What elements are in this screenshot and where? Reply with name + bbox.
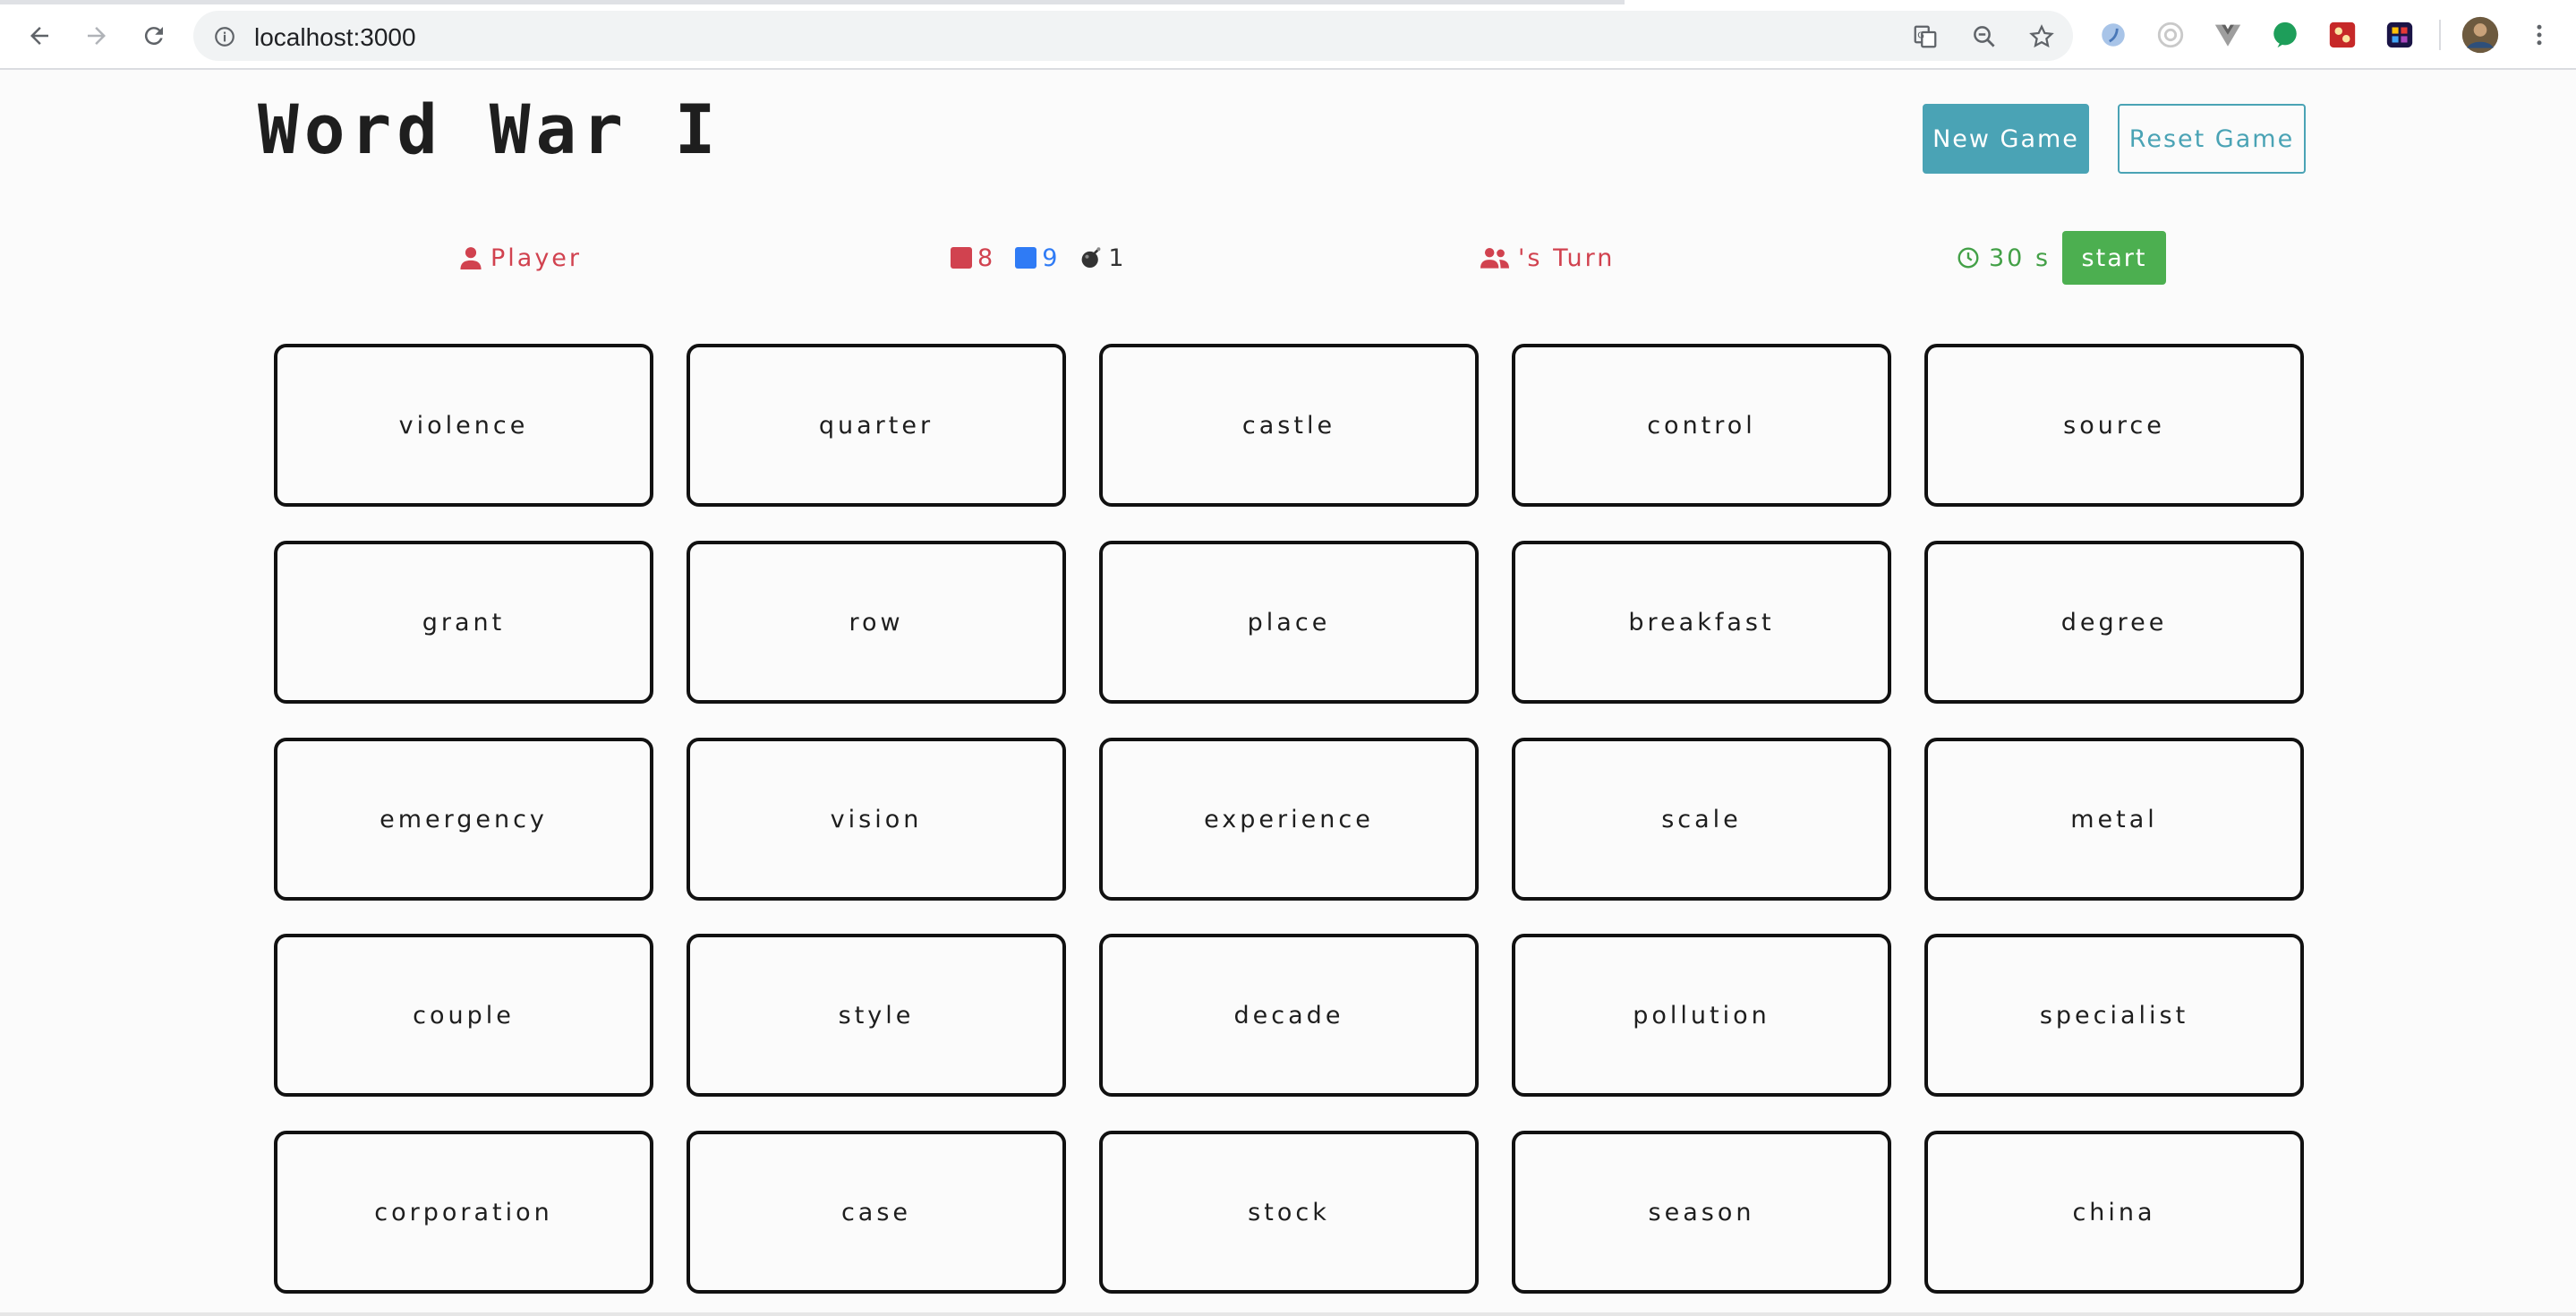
bomb-count: 1 (1079, 244, 1126, 272)
game-title: Word War I (258, 90, 721, 169)
browser-menu-icon[interactable] (2522, 18, 2556, 52)
word-card[interactable]: corporation (274, 1131, 653, 1294)
turn-indicator: 's Turn (1480, 240, 1615, 276)
red-count-value: 8 (977, 244, 996, 272)
browser-toolbar: localhost:3000 G (0, 0, 2576, 70)
word-card[interactable]: style (687, 934, 1066, 1097)
word-card[interactable]: violence (274, 344, 653, 507)
word-card[interactable]: experience (1099, 738, 1479, 901)
word-card[interactable]: grant (274, 541, 653, 704)
extension-red-icon[interactable] (2325, 18, 2359, 52)
extension-target-icon[interactable] (2154, 18, 2188, 52)
back-arrow-icon (30, 27, 48, 45)
forward-arrow-icon (88, 27, 106, 45)
extension-blue-icon[interactable] (2096, 18, 2130, 52)
reset-game-button[interactable]: Reset Game (2118, 104, 2306, 174)
word-card[interactable]: stock (1099, 1131, 1479, 1294)
word-card[interactable]: metal (1924, 738, 2304, 901)
extension-grid-icon[interactable] (2383, 18, 2417, 52)
back-button[interactable] (20, 16, 59, 56)
blue-square-icon (1015, 247, 1037, 269)
word-card[interactable]: place (1099, 541, 1479, 704)
url-text[interactable]: localhost:3000 (254, 23, 416, 52)
score-counts: 8 9 1 (951, 240, 1127, 276)
zoom-out-icon[interactable] (1971, 23, 1998, 50)
blue-count-value: 9 (1042, 244, 1061, 272)
word-card[interactable]: row (687, 541, 1066, 704)
word-card[interactable]: case (687, 1131, 1066, 1294)
word-card[interactable]: season (1512, 1131, 1891, 1294)
bomb-count-value: 1 (1108, 244, 1127, 272)
timer-label: 30 s (1989, 244, 2051, 272)
red-count: 8 (951, 244, 995, 272)
window-bottom-edge (0, 1312, 2576, 1316)
profile-avatar-icon[interactable] (2460, 14, 2501, 56)
extension-vue-icon[interactable] (2211, 18, 2245, 52)
tab-strip-edge (0, 0, 1625, 4)
forward-button[interactable] (77, 16, 116, 56)
clock-icon (1958, 247, 1979, 269)
word-card[interactable]: pollution (1512, 934, 1891, 1097)
user-icon (460, 247, 482, 269)
word-card[interactable]: quarter (687, 344, 1066, 507)
turn-label: 's Turn (1518, 244, 1616, 272)
word-card[interactable]: degree (1924, 541, 2304, 704)
word-card[interactable]: scale (1512, 738, 1891, 901)
new-game-button[interactable]: New Game (1923, 104, 2089, 174)
users-icon (1480, 247, 1509, 269)
bomb-icon (1081, 247, 1101, 269)
word-card[interactable]: source (1924, 344, 2304, 507)
extension-chat-icon[interactable] (2268, 18, 2302, 52)
toolbar-divider (2439, 20, 2441, 50)
word-card[interactable]: control (1512, 344, 1891, 507)
word-card[interactable]: castle (1099, 344, 1479, 507)
start-button[interactable]: start (2062, 231, 2166, 285)
word-card[interactable]: couple (274, 934, 653, 1097)
address-bar[interactable]: localhost:3000 G (193, 11, 2073, 61)
word-card[interactable]: breakfast (1512, 541, 1891, 704)
translate-icon[interactable]: G (1912, 23, 1939, 50)
reload-button[interactable] (134, 16, 174, 56)
word-card[interactable]: china (1924, 1131, 2304, 1294)
info-icon[interactable] (211, 23, 238, 50)
red-square-icon (951, 247, 972, 269)
bookmark-star-icon[interactable] (2028, 23, 2055, 50)
word-card[interactable]: decade (1099, 934, 1479, 1097)
player-label: Player (490, 244, 583, 272)
svg-text:G: G (1917, 30, 1924, 40)
word-card[interactable]: specialist (1924, 934, 2304, 1097)
blue-count: 9 (1015, 244, 1060, 272)
reload-icon (144, 27, 163, 46)
word-card[interactable]: emergency (274, 738, 653, 901)
word-card[interactable]: vision (687, 738, 1066, 901)
player-indicator: Player (460, 240, 582, 276)
timer: 30 s (1957, 240, 2051, 276)
